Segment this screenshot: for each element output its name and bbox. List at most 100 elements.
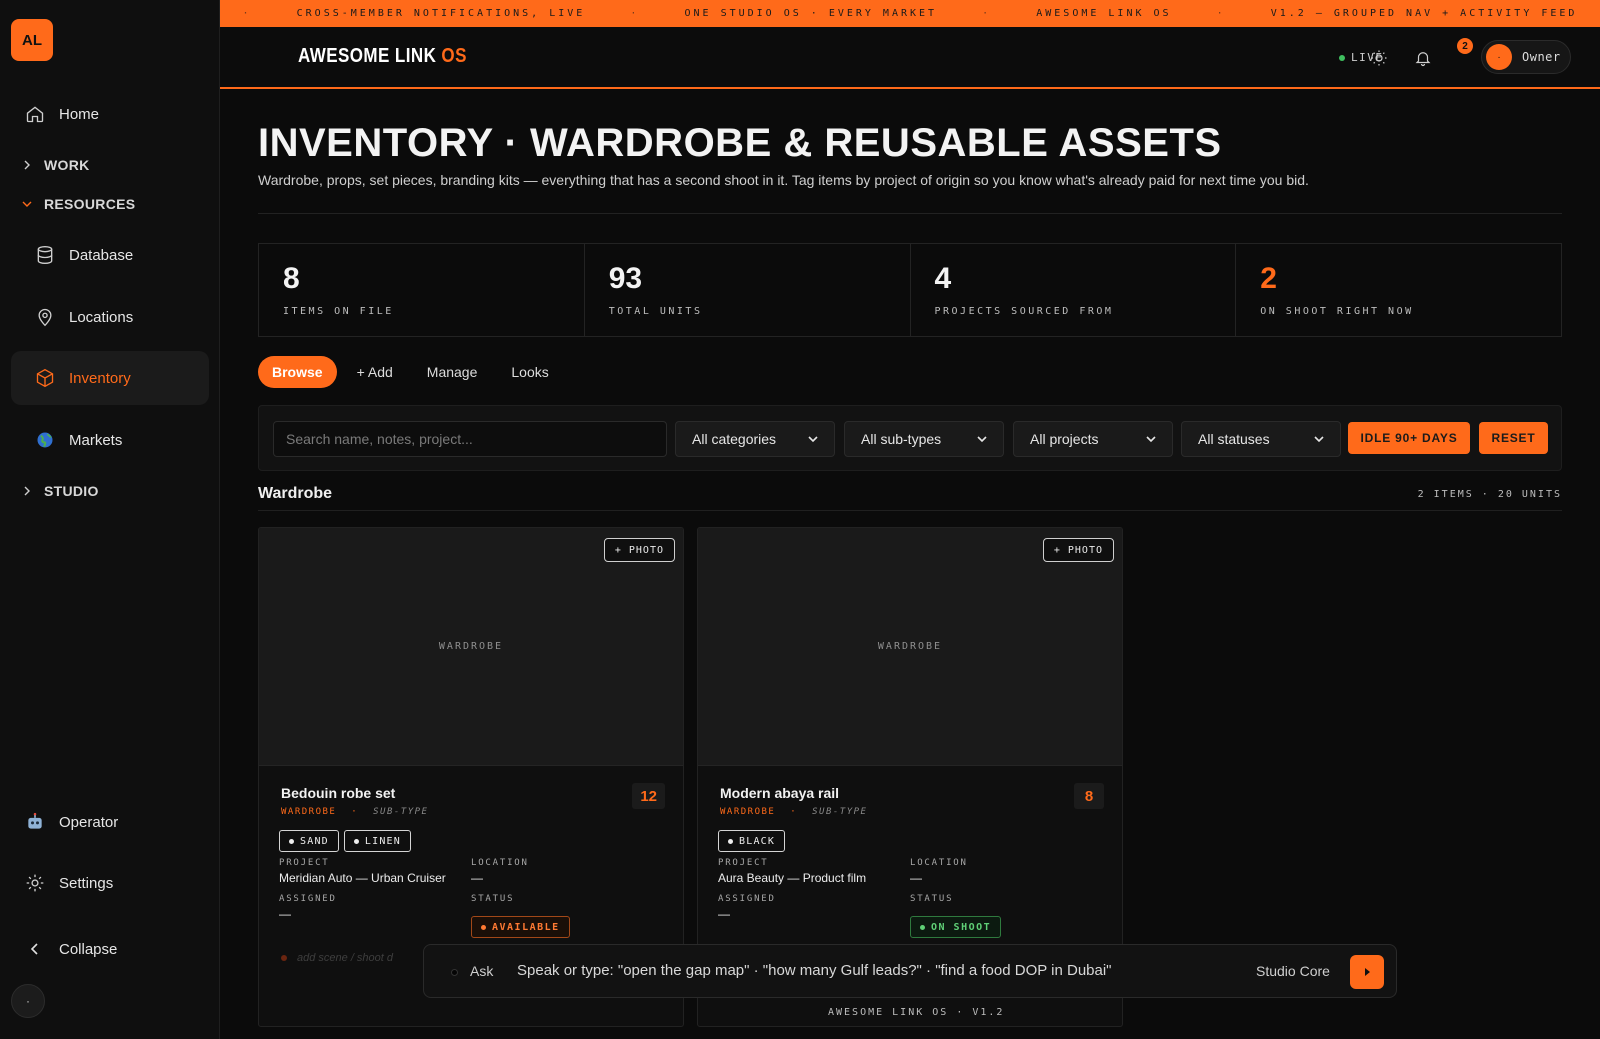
tab-add[interactable]: + Add [343, 356, 407, 388]
sidebar-item-label: Operator [59, 813, 119, 831]
add-scene-hint[interactable]: add scene / shoot d [281, 952, 393, 964]
field-assigned: — [718, 907, 730, 921]
sidebar-item-label: Inventory [69, 369, 131, 387]
nav-group-label: WORK [44, 157, 90, 173]
divider [258, 213, 1562, 214]
sidebar-item-database[interactable]: Database [11, 228, 209, 282]
search-input[interactable] [273, 421, 667, 457]
tag-dot [289, 838, 294, 844]
nav-group-resources[interactable]: RESOURCES [22, 196, 135, 212]
sidebar-item-label: Settings [59, 874, 114, 892]
field-label: PROJECT [279, 858, 330, 868]
gear-icon [23, 871, 47, 895]
stats-strip: 8 ITEMS ON FILE 93 TOTAL UNITS 4 PROJECT… [258, 243, 1562, 337]
sidebar-item-operator[interactable]: Operator [11, 795, 209, 849]
select-value: All categories [692, 431, 777, 447]
hint-dot [281, 955, 287, 961]
reset-button[interactable]: RESET [1479, 422, 1548, 454]
photo-placeholder-label: WARDROBE [877, 641, 943, 652]
sidebar-item-locations[interactable]: Locations [11, 290, 209, 344]
project-select[interactable]: All projects [1013, 421, 1173, 457]
select-value: All statuses [1198, 431, 1270, 447]
tag-list: SAND LINEN [279, 830, 416, 852]
sidebar-collapse-button[interactable]: Collapse [11, 922, 209, 976]
chevron-down-icon [22, 199, 36, 209]
category-select[interactable]: All categories [675, 421, 835, 457]
field-label: ASSIGNED [718, 894, 776, 904]
avatar: · [1486, 44, 1512, 70]
status-badge: AVAILABLE [471, 916, 570, 938]
nav-group-work[interactable]: WORK [22, 157, 90, 173]
tag-label: BLACK [739, 835, 776, 847]
ticker-item: V1.2 — GROUPED NAV + ACTIVITY FEED [1270, 8, 1578, 19]
robot-icon [23, 810, 47, 834]
mic-dot[interactable] [451, 969, 458, 976]
model-selector[interactable]: Studio Core [1256, 963, 1330, 979]
app-logo[interactable]: AL [11, 19, 53, 61]
nav-group-studio[interactable]: STUDIO [22, 483, 99, 499]
section-meta: 2 ITEMS · 20 UNITS [1417, 489, 1562, 500]
owner-menu-button[interactable]: · Owner [1481, 40, 1571, 74]
page-title: INVENTORY · WARDROBE & REUSABLE ASSETS [258, 121, 1222, 165]
tag-dot [353, 838, 359, 844]
item-name: Bedouin robe set [281, 785, 396, 801]
field-label: STATUS [471, 894, 515, 904]
tab-looks[interactable]: Looks [497, 356, 562, 388]
top-header: AWESOME LINK OS LIVE 2 · Owner [220, 27, 1600, 89]
globe-icon [33, 428, 57, 452]
stat-items: 8 ITEMS ON FILE [259, 244, 585, 336]
sidebar-item-label: Database [69, 246, 134, 264]
field-label: STATUS [910, 894, 954, 904]
brand-wordmark[interactable]: AWESOME LINK OS [298, 45, 467, 68]
category-label: WARDROBE [720, 807, 776, 817]
hint-label: add scene / shoot d [297, 952, 394, 964]
category-sep: · [351, 807, 359, 817]
subtype-label: SUB-TYPE [812, 807, 868, 817]
sun-icon [1371, 50, 1387, 66]
status-dot [481, 924, 486, 930]
chevron-down-icon [808, 436, 818, 443]
stat-projects: 4 PROJECTS SOURCED FROM [911, 244, 1237, 336]
stat-label: TOTAL UNITS [608, 306, 703, 317]
field-label: LOCATION [471, 858, 529, 868]
ticker-item: AWESOME LINK OS [1036, 8, 1172, 19]
chevron-right-icon [22, 486, 36, 496]
tag-chip[interactable]: LINEN [343, 830, 411, 852]
tab-manage[interactable]: Manage [413, 356, 492, 388]
user-mini-avatar[interactable]: · [11, 984, 45, 1018]
item-quantity: 12 [632, 783, 665, 809]
status-badge: ON SHOOT [910, 916, 1002, 938]
status-dot [920, 924, 925, 930]
ticker-sep: · [242, 8, 252, 19]
sidebar-item-label: Home [59, 105, 100, 123]
sidebar-item-home[interactable]: Home [11, 87, 209, 141]
status-select[interactable]: All statuses [1181, 421, 1341, 457]
add-photo-button[interactable]: + PHOTO [1042, 538, 1114, 562]
add-photo-button[interactable]: + PHOTO [603, 538, 675, 562]
brand-accent: OS [441, 45, 467, 67]
subtype-select[interactable]: All sub-types [844, 421, 1004, 457]
notifications-button[interactable] [1412, 47, 1434, 69]
tag-chip[interactable]: BLACK [718, 830, 786, 852]
theme-toggle-button[interactable] [1368, 47, 1390, 69]
tag-list: BLACK [718, 830, 790, 852]
send-button[interactable] [1350, 955, 1384, 989]
tab-browse[interactable]: Browse [258, 356, 337, 388]
ask-bar[interactable]: Ask Speak or type: "open the gap map" · … [423, 944, 1397, 998]
category-label: WARDROBE [281, 807, 337, 817]
photo-placeholder: WARDROBE [698, 528, 1122, 766]
select-value: All sub-types [861, 431, 942, 447]
subtype-label: SUB-TYPE [373, 807, 429, 817]
play-icon [1365, 968, 1370, 976]
sidebar-item-markets[interactable]: Markets [11, 413, 209, 467]
sidebar-item-settings[interactable]: Settings [11, 856, 209, 910]
stat-value: 8 [283, 262, 300, 295]
chevron-down-icon [1146, 436, 1156, 443]
tag-chip[interactable]: SAND [279, 830, 339, 852]
ask-input[interactable]: Speak or type: "open the gap map" · "how… [517, 962, 1112, 979]
tag-label: LINEN [364, 835, 401, 847]
ticker-sep: · [630, 8, 640, 19]
field-label: ASSIGNED [279, 894, 337, 904]
idle-filter-button[interactable]: IDLE 90+ DAYS [1348, 422, 1470, 454]
sidebar-item-inventory[interactable]: Inventory [11, 351, 209, 405]
